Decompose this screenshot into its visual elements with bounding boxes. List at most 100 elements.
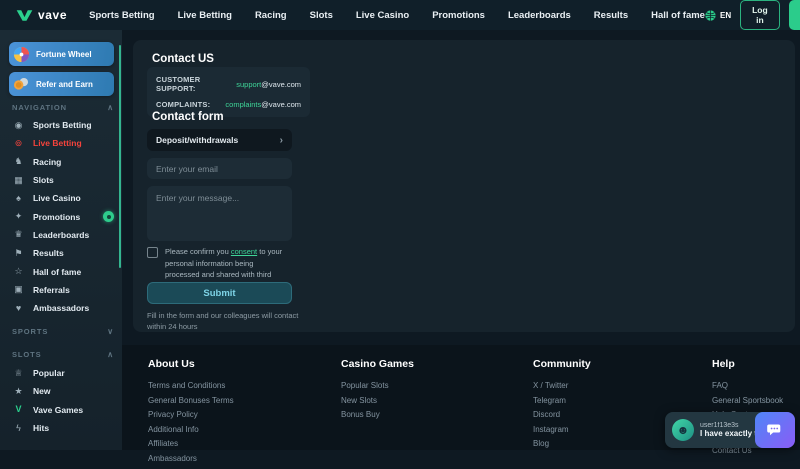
topic-dropdown[interactable]: Deposit/withdrawals › [147, 129, 292, 151]
sidebar-item-slots[interactable]: ▦ Slots [0, 171, 122, 189]
footer-link-terms-and-conditions[interactable]: Terms and Conditions [148, 381, 234, 390]
chevron-up-icon: ∧ [107, 103, 114, 112]
footer-column-casino-games: Casino Games Popular Slots New Slots Bon… [341, 358, 414, 425]
briefcase-icon: ▣ [14, 284, 23, 295]
nav-slots[interactable]: Slots [310, 10, 333, 21]
footer-link-additional-info[interactable]: Additional Info [148, 425, 234, 434]
sidebar: Fortune Wheel Refer and Earn NAVIGATION … [0, 30, 122, 450]
top-navbar: vave Sports Betting Live Betting Racing … [0, 0, 800, 30]
handshake-icon: ♥ [15, 302, 22, 313]
sidebar-item-leaderboards[interactable]: ♛ Leaderboards [0, 226, 122, 244]
sidebar-item-racing[interactable]: ♞ Racing [0, 153, 122, 171]
lightning-icon: ϟ [16, 422, 21, 433]
sidebar-item-label: Referrals [33, 284, 70, 295]
email-field[interactable] [147, 158, 292, 179]
navigation-section-header[interactable]: NAVIGATION ∧ [12, 103, 114, 112]
nav-racing[interactable]: Racing [255, 10, 287, 21]
contact-form-title: Contact form [152, 111, 224, 123]
top-nav-links: Sports Betting Live Betting Racing Slots… [89, 10, 705, 21]
nav-results[interactable]: Results [594, 10, 628, 21]
message-field[interactable] [147, 186, 292, 241]
sidebar-item-sports-betting[interactable]: ◉ Sports Betting [0, 116, 122, 134]
consent-checkbox[interactable] [147, 247, 158, 258]
nav-live-casino[interactable]: Live Casino [356, 10, 409, 21]
support-email-domain: @vave.com [261, 79, 301, 89]
crown-icon: ♕ [14, 367, 23, 378]
sidebar-item-label: Live Betting [33, 138, 82, 149]
nav-promotions[interactable]: Promotions [432, 10, 485, 21]
complaints-email-link[interactable]: complaints@vave.com [225, 100, 301, 109]
footer-link-faq[interactable]: FAQ [712, 381, 783, 390]
person-star-icon: ☆ [14, 266, 23, 277]
coins-icon [13, 77, 30, 91]
support-email-user: support [236, 79, 262, 89]
complaints-label: COMPLAINTS: [156, 100, 211, 109]
vave-logo[interactable]: vave [16, 8, 67, 22]
sidebar-item-label: Hits [33, 423, 50, 434]
sidebar-item-promotions[interactable]: ✦ Promotions [0, 207, 122, 225]
complaints-email-domain: @vave.com [261, 100, 301, 109]
consent-link[interactable]: consent [231, 247, 257, 256]
slots-section-header[interactable]: SLOTS ∧ [12, 350, 114, 359]
footer-link-privacy-policy[interactable]: Privacy Policy [148, 410, 234, 419]
footer-link-x-twitter[interactable]: X / Twitter [533, 381, 591, 390]
trophy-icon: ♛ [14, 229, 23, 240]
sidebar-scrollbar[interactable] [119, 45, 121, 268]
nav-leaderboards[interactable]: Leaderboards [508, 10, 571, 21]
footer-link-new-slots[interactable]: New Slots [341, 396, 414, 405]
sidebar-item-new[interactable]: ★ New [0, 382, 122, 400]
sidebar-item-results[interactable]: ⚑ Results [0, 244, 122, 262]
refer-and-earn-button[interactable]: Refer and Earn [9, 72, 114, 96]
footer-link-discord[interactable]: Discord [533, 410, 591, 419]
complaints-row: COMPLAINTS: complaints@vave.com [156, 100, 301, 109]
sidebar-item-ambassadors[interactable]: ♥ Ambassadors [0, 299, 122, 317]
chat-widget[interactable]: ☻ user1f13e3s I have exactly the sam... [665, 412, 795, 448]
sidebar-item-label: New [33, 386, 51, 397]
nav-hall-of-fame[interactable]: Hall of fame [651, 10, 705, 21]
slot-machine-icon: ▦ [14, 174, 23, 185]
language-code: EN [719, 10, 732, 20]
main-content-panel: Contact US CUSTOMER SUPPORT: support@vav… [133, 40, 795, 332]
footer-link-telegram[interactable]: Telegram [533, 396, 591, 405]
support-email-link[interactable]: support@vave.com [236, 80, 301, 89]
fortune-wheel-icon [13, 46, 30, 63]
footer-link-bonus-buy[interactable]: Bonus Buy [341, 410, 414, 419]
chat-avatar: ☻ [672, 419, 694, 441]
promotions-badge [103, 211, 114, 223]
signup-button[interactable]: Sign up [788, 0, 800, 30]
footer-link-general-bonuses-terms[interactable]: General Bonuses Terms [148, 396, 234, 405]
login-button[interactable]: Log in [740, 0, 780, 30]
footer-link-affiliates[interactable]: Affiliates [148, 439, 234, 448]
nav-live-betting[interactable]: Live Betting [178, 10, 232, 21]
footer-column-about-us: About Us Terms and Conditions General Bo… [148, 358, 234, 469]
refer-and-earn-label: Refer and Earn [36, 79, 93, 89]
footer-link-general-sportsbook[interactable]: General Sportsbook [712, 396, 783, 405]
customer-support-label: CUSTOMER SUPPORT: [156, 75, 201, 93]
footer-link-instagram[interactable]: Instagram [533, 425, 591, 434]
sidebar-item-popular[interactable]: ♕ Popular [0, 364, 122, 382]
footer-link-blog[interactable]: Blog [533, 439, 591, 448]
nav-sports-betting[interactable]: Sports Betting [89, 10, 154, 21]
sidebar-item-hall-of-fame[interactable]: ☆ Hall of fame [0, 262, 122, 280]
footer-column-title: Community [533, 358, 591, 370]
gift-icon: ✦ [14, 211, 23, 222]
navigation-header-label: NAVIGATION [12, 103, 67, 112]
sidebar-item-hits[interactable]: ϟ Hits [0, 419, 122, 437]
submit-button[interactable]: Submit [147, 282, 292, 304]
sidebar-item-live-betting[interactable]: ⊚ Live Betting [0, 134, 122, 152]
sidebar-item-label: Popular [33, 368, 65, 379]
customer-support-row: CUSTOMER SUPPORT: support@vave.com [156, 75, 301, 93]
sidebar-item-live-casino[interactable]: ♠ Live Casino [0, 189, 122, 207]
language-selector[interactable]: EN [705, 9, 732, 21]
chevron-up-icon: ∧ [107, 350, 114, 359]
sports-section-header[interactable]: SPORTS ∨ [12, 327, 114, 336]
footer-column-title: Help [712, 358, 735, 370]
fortune-wheel-button[interactable]: Fortune Wheel [9, 42, 114, 66]
sidebar-item-label: Sports Betting [33, 120, 92, 131]
sidebar-item-referrals[interactable]: ▣ Referrals [0, 281, 122, 299]
footer-link-ambassadors[interactable]: Ambassadors [148, 454, 234, 463]
open-chat-button[interactable] [755, 412, 795, 448]
sidebar-item-vave-games[interactable]: V Vave Games [0, 401, 122, 419]
footer-link-popular-slots[interactable]: Popular Slots [341, 381, 414, 390]
sidebar-item-label: Racing [33, 156, 62, 167]
